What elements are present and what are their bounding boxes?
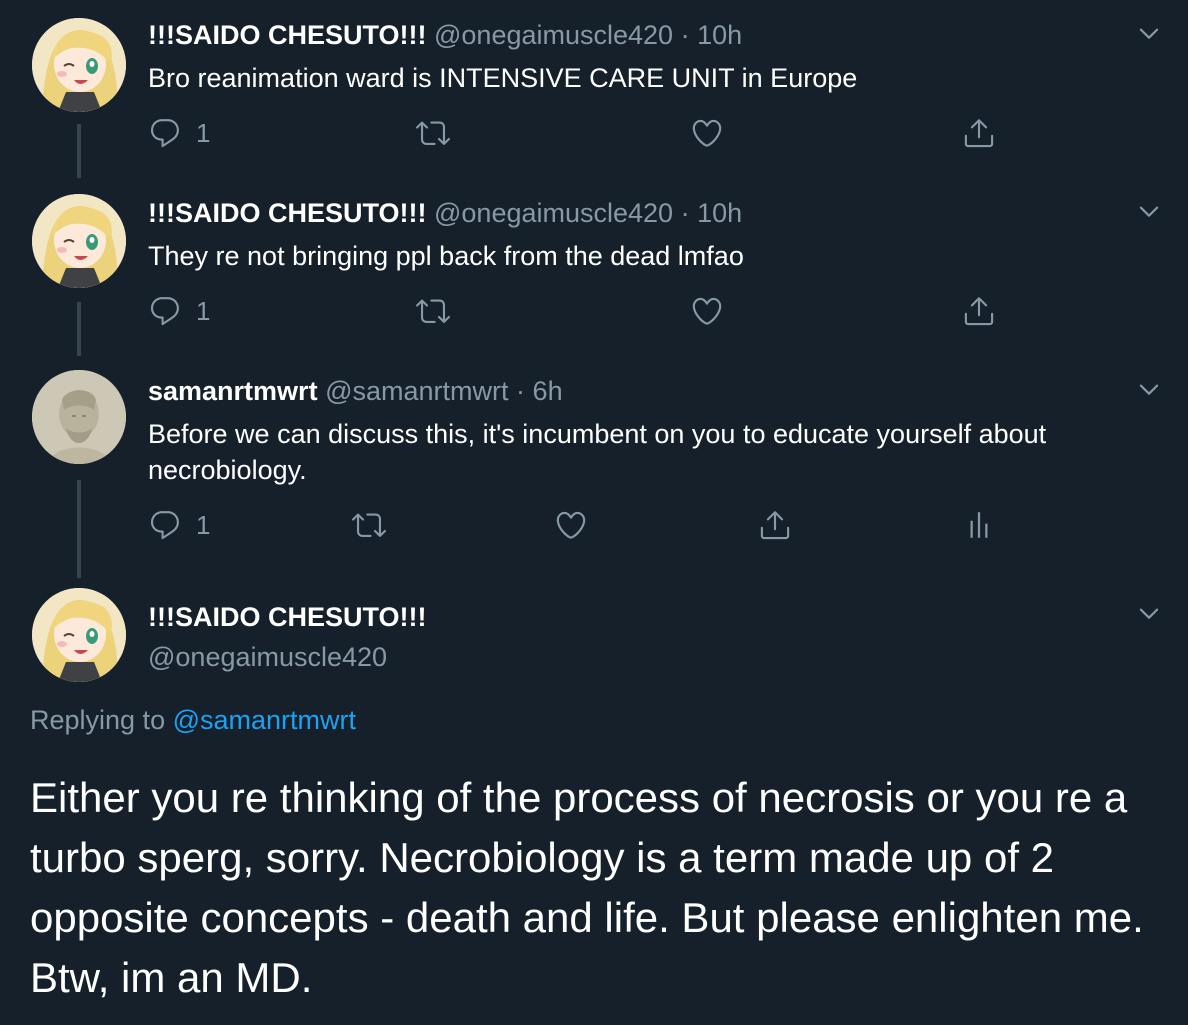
reply-count: 1 bbox=[196, 509, 211, 540]
separator-dot: · bbox=[680, 198, 690, 228]
retweet-icon bbox=[416, 294, 450, 328]
like-button[interactable] bbox=[690, 294, 724, 328]
display-name[interactable]: samanrtmwrt bbox=[148, 376, 318, 406]
display-name[interactable]: !!!SAIDO CHESUTO!!! bbox=[148, 20, 426, 50]
tweet[interactable]: !!!SAIDO CHESUTO!!! @onegaimuscle420 · 1… bbox=[0, 178, 1188, 358]
tweet-text-line: necrobiology. bbox=[148, 455, 307, 485]
main-tweet-text: Either you re thinking of the process of… bbox=[30, 774, 1144, 1001]
timestamp[interactable]: 10h bbox=[697, 20, 742, 50]
retweet-icon bbox=[352, 508, 386, 542]
tweet-text: They re not bringing ppl back from the d… bbox=[148, 241, 744, 271]
analytics-icon bbox=[962, 508, 996, 542]
tweet-header: !!!SAIDO CHESUTO!!! @onegaimuscle420 · 1… bbox=[148, 196, 742, 230]
tweet[interactable]: !!!SAIDO CHESUTO!!! @onegaimuscle420 · 1… bbox=[0, 0, 1188, 180]
retweet-button[interactable] bbox=[352, 508, 386, 542]
avatar-image bbox=[32, 18, 126, 112]
share-icon bbox=[962, 294, 996, 328]
share-button[interactable] bbox=[962, 116, 996, 150]
user-handle[interactable]: @onegaimuscle420 bbox=[148, 640, 387, 674]
replying-to-label: Replying to bbox=[30, 705, 166, 735]
retweet-button[interactable] bbox=[416, 294, 450, 328]
avatar-image bbox=[32, 194, 126, 288]
reply-count: 1 bbox=[196, 295, 211, 326]
reply-button[interactable]: 1 bbox=[148, 508, 210, 542]
user-handle[interactable]: @onegaimuscle420 bbox=[434, 198, 673, 228]
chevron-down-icon[interactable] bbox=[1136, 600, 1162, 626]
tweet-text-line: Before we can discuss this, it's incumbe… bbox=[148, 419, 1047, 449]
analytics-button[interactable] bbox=[962, 508, 996, 542]
display-name[interactable]: !!!SAIDO CHESUTO!!! bbox=[148, 198, 426, 228]
user-handle[interactable]: @onegaimuscle420 bbox=[434, 20, 673, 50]
avatar[interactable] bbox=[32, 194, 126, 288]
tweet[interactable]: samanrtmwrt @samanrtmwrt · 6h Before we … bbox=[0, 356, 1188, 578]
timestamp[interactable]: 6h bbox=[533, 376, 563, 406]
avatar[interactable] bbox=[32, 588, 126, 682]
share-icon bbox=[758, 508, 792, 542]
chevron-down-icon[interactable] bbox=[1136, 198, 1162, 224]
tweet-text: Bro reanimation ward is INTENSIVE CARE U… bbox=[148, 63, 858, 93]
reply-button[interactable]: 1 bbox=[148, 294, 210, 328]
reply-count: 1 bbox=[196, 117, 211, 148]
separator-dot: · bbox=[516, 376, 526, 406]
avatar[interactable] bbox=[32, 18, 126, 112]
share-button[interactable] bbox=[758, 508, 792, 542]
replying-to: Replying to @samanrtmwrt bbox=[30, 705, 356, 736]
like-button[interactable] bbox=[690, 116, 724, 150]
chevron-down-icon[interactable] bbox=[1136, 20, 1162, 46]
avatar-image bbox=[32, 588, 126, 682]
replying-to-handle[interactable]: @samanrtmwrt bbox=[173, 705, 356, 735]
display-name[interactable]: !!!SAIDO CHESUTO!!! bbox=[148, 600, 426, 634]
reply-icon bbox=[148, 508, 182, 542]
user-handle[interactable]: @samanrtmwrt bbox=[325, 376, 508, 406]
timestamp[interactable]: 10h bbox=[697, 198, 742, 228]
tweet-text: Before we can discuss this, it's incumbe… bbox=[148, 416, 1148, 488]
like-icon bbox=[554, 508, 588, 542]
separator-dot: · bbox=[680, 20, 690, 50]
avatar-image bbox=[32, 370, 126, 464]
reply-icon bbox=[148, 294, 182, 328]
reply-button[interactable]: 1 bbox=[148, 116, 210, 150]
like-icon bbox=[690, 294, 724, 328]
avatar[interactable] bbox=[32, 370, 126, 464]
retweet-button[interactable] bbox=[416, 116, 450, 150]
tweet-header: !!!SAIDO CHESUTO!!! @onegaimuscle420 · 1… bbox=[148, 18, 742, 52]
like-button[interactable] bbox=[554, 508, 588, 542]
share-button[interactable] bbox=[962, 294, 996, 328]
like-icon bbox=[690, 116, 724, 150]
share-icon bbox=[962, 116, 996, 150]
retweet-icon bbox=[416, 116, 450, 150]
chevron-down-icon[interactable] bbox=[1136, 376, 1162, 402]
reply-icon bbox=[148, 116, 182, 150]
tweet-header: samanrtmwrt @samanrtmwrt · 6h bbox=[148, 374, 563, 408]
